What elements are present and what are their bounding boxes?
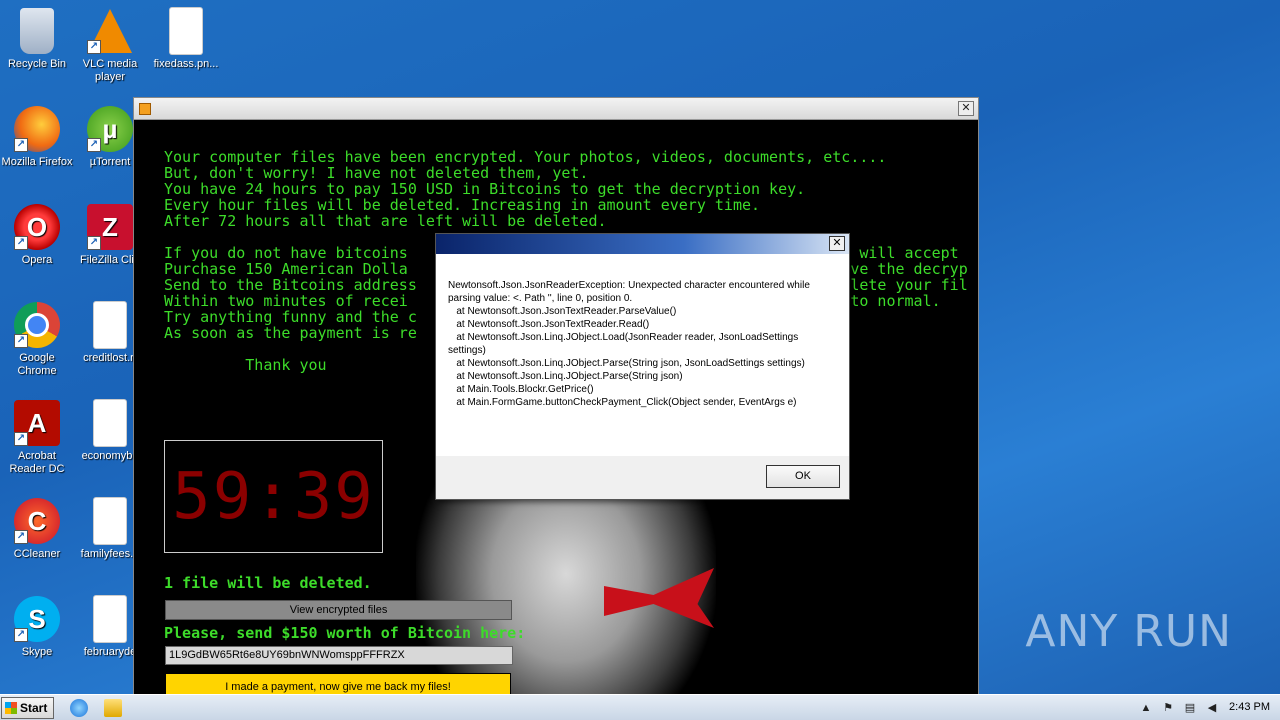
- ransomware-titlebar[interactable]: ✕: [134, 98, 978, 120]
- skype-icon: S ↗: [14, 596, 60, 642]
- desktop-icon-label: CCleaner: [13, 548, 61, 560]
- countdown-timer: 59:39: [172, 459, 375, 534]
- view-encrypted-files-button[interactable]: View encrypted files: [165, 600, 512, 620]
- desktop-icon-fixedass[interactable]: fixedass.pn...: [149, 8, 223, 71]
- filezilla-icon: Z ↗: [87, 204, 133, 250]
- countdown-box: 59:39: [164, 440, 383, 553]
- network-icon[interactable]: ▤: [1182, 700, 1198, 716]
- acrobat-icon: A ↗: [14, 400, 60, 446]
- desktop-icon-label: Skype: [21, 646, 53, 658]
- desktop-icon-label: fixedass.pn...: [153, 58, 219, 70]
- desktop-icon-vlc[interactable]: ↗ VLC media player: [73, 8, 147, 84]
- start-button[interactable]: Start: [1, 697, 54, 719]
- opera-icon: O ↗: [14, 204, 60, 250]
- volume-icon[interactable]: ◀: [1204, 700, 1220, 716]
- desktop-icon-label: VLC media player: [82, 58, 138, 83]
- dialog-titlebar[interactable]: ✕: [436, 234, 849, 254]
- file-icon: [94, 302, 126, 348]
- desktop-icon-acrobat[interactable]: A ↗ Acrobat Reader DC: [0, 400, 74, 476]
- windows-logo-icon: [5, 702, 17, 714]
- show-hidden-icons-icon[interactable]: ▲: [1138, 700, 1154, 716]
- desktop-icon-chrome[interactable]: ↗ Google Chrome: [0, 302, 74, 378]
- dialog-close-button[interactable]: ✕: [829, 236, 845, 251]
- file-icon: [94, 400, 126, 446]
- files-deleted-notice: 1 file will be deleted.: [164, 574, 372, 592]
- desktop-icon-label: Recycle Bin: [7, 58, 67, 70]
- utorrent-icon: µ ↗: [87, 106, 133, 152]
- anyrun-watermark: ANY RUN: [1025, 606, 1232, 657]
- send-bitcoin-label: Please, send $150 worth of Bitcoin here:: [164, 624, 526, 642]
- desktop-icon-label: Acrobat Reader DC: [9, 450, 65, 475]
- file-icon: [94, 498, 126, 544]
- watermark-text: ANY RUN: [1025, 606, 1232, 657]
- start-label: Start: [20, 701, 48, 715]
- firefox-icon: ↗: [14, 106, 60, 152]
- file-explorer-icon[interactable]: [104, 699, 122, 717]
- exception-message: Newtonsoft.Json.JsonReaderException: Une…: [448, 280, 810, 408]
- app-icon: [139, 103, 151, 115]
- recycle-bin-icon: [20, 8, 54, 54]
- desktop-icon-skype[interactable]: S ↗ Skype: [0, 596, 74, 659]
- desktop-icon-label: Google Chrome: [17, 352, 57, 377]
- desktop-icon-firefox[interactable]: ↗ Mozilla Firefox: [0, 106, 74, 169]
- file-icon: [170, 8, 202, 54]
- file-icon: [94, 596, 126, 642]
- desktop-icon-opera[interactable]: O ↗ Opera: [0, 204, 74, 267]
- window-close-button[interactable]: ✕: [958, 101, 974, 116]
- desktop-icon-ccleaner[interactable]: C ↗ CCleaner: [0, 498, 74, 561]
- dialog-footer: OK: [436, 456, 849, 499]
- security-flag-icon[interactable]: ⚑: [1160, 700, 1176, 716]
- desktop-icon-label: Mozilla Firefox: [1, 156, 73, 168]
- taskbar: Start ▲ ⚑ ▤ ◀ 2:43 PM: [0, 694, 1280, 720]
- ok-button[interactable]: OK: [766, 465, 840, 488]
- desktop-icon-label: Opera: [21, 254, 53, 266]
- bitcoin-address-field[interactable]: 1L9GdBW65Rt6e8UY69bnWNWomsppFFFRZX: [165, 646, 513, 665]
- exception-dialog: ✕ Newtonsoft.Json.JsonReaderException: U…: [435, 233, 850, 500]
- chrome-icon: ↗: [14, 302, 60, 348]
- clock[interactable]: 2:43 PM: [1229, 701, 1270, 713]
- desktop-icon-recycle-bin[interactable]: Recycle Bin: [0, 8, 74, 71]
- vlc-icon: ↗: [87, 8, 133, 54]
- system-tray: ▲ ⚑ ▤ ◀: [1138, 700, 1220, 716]
- ccleaner-icon: C ↗: [14, 498, 60, 544]
- internet-explorer-icon[interactable]: [70, 699, 88, 717]
